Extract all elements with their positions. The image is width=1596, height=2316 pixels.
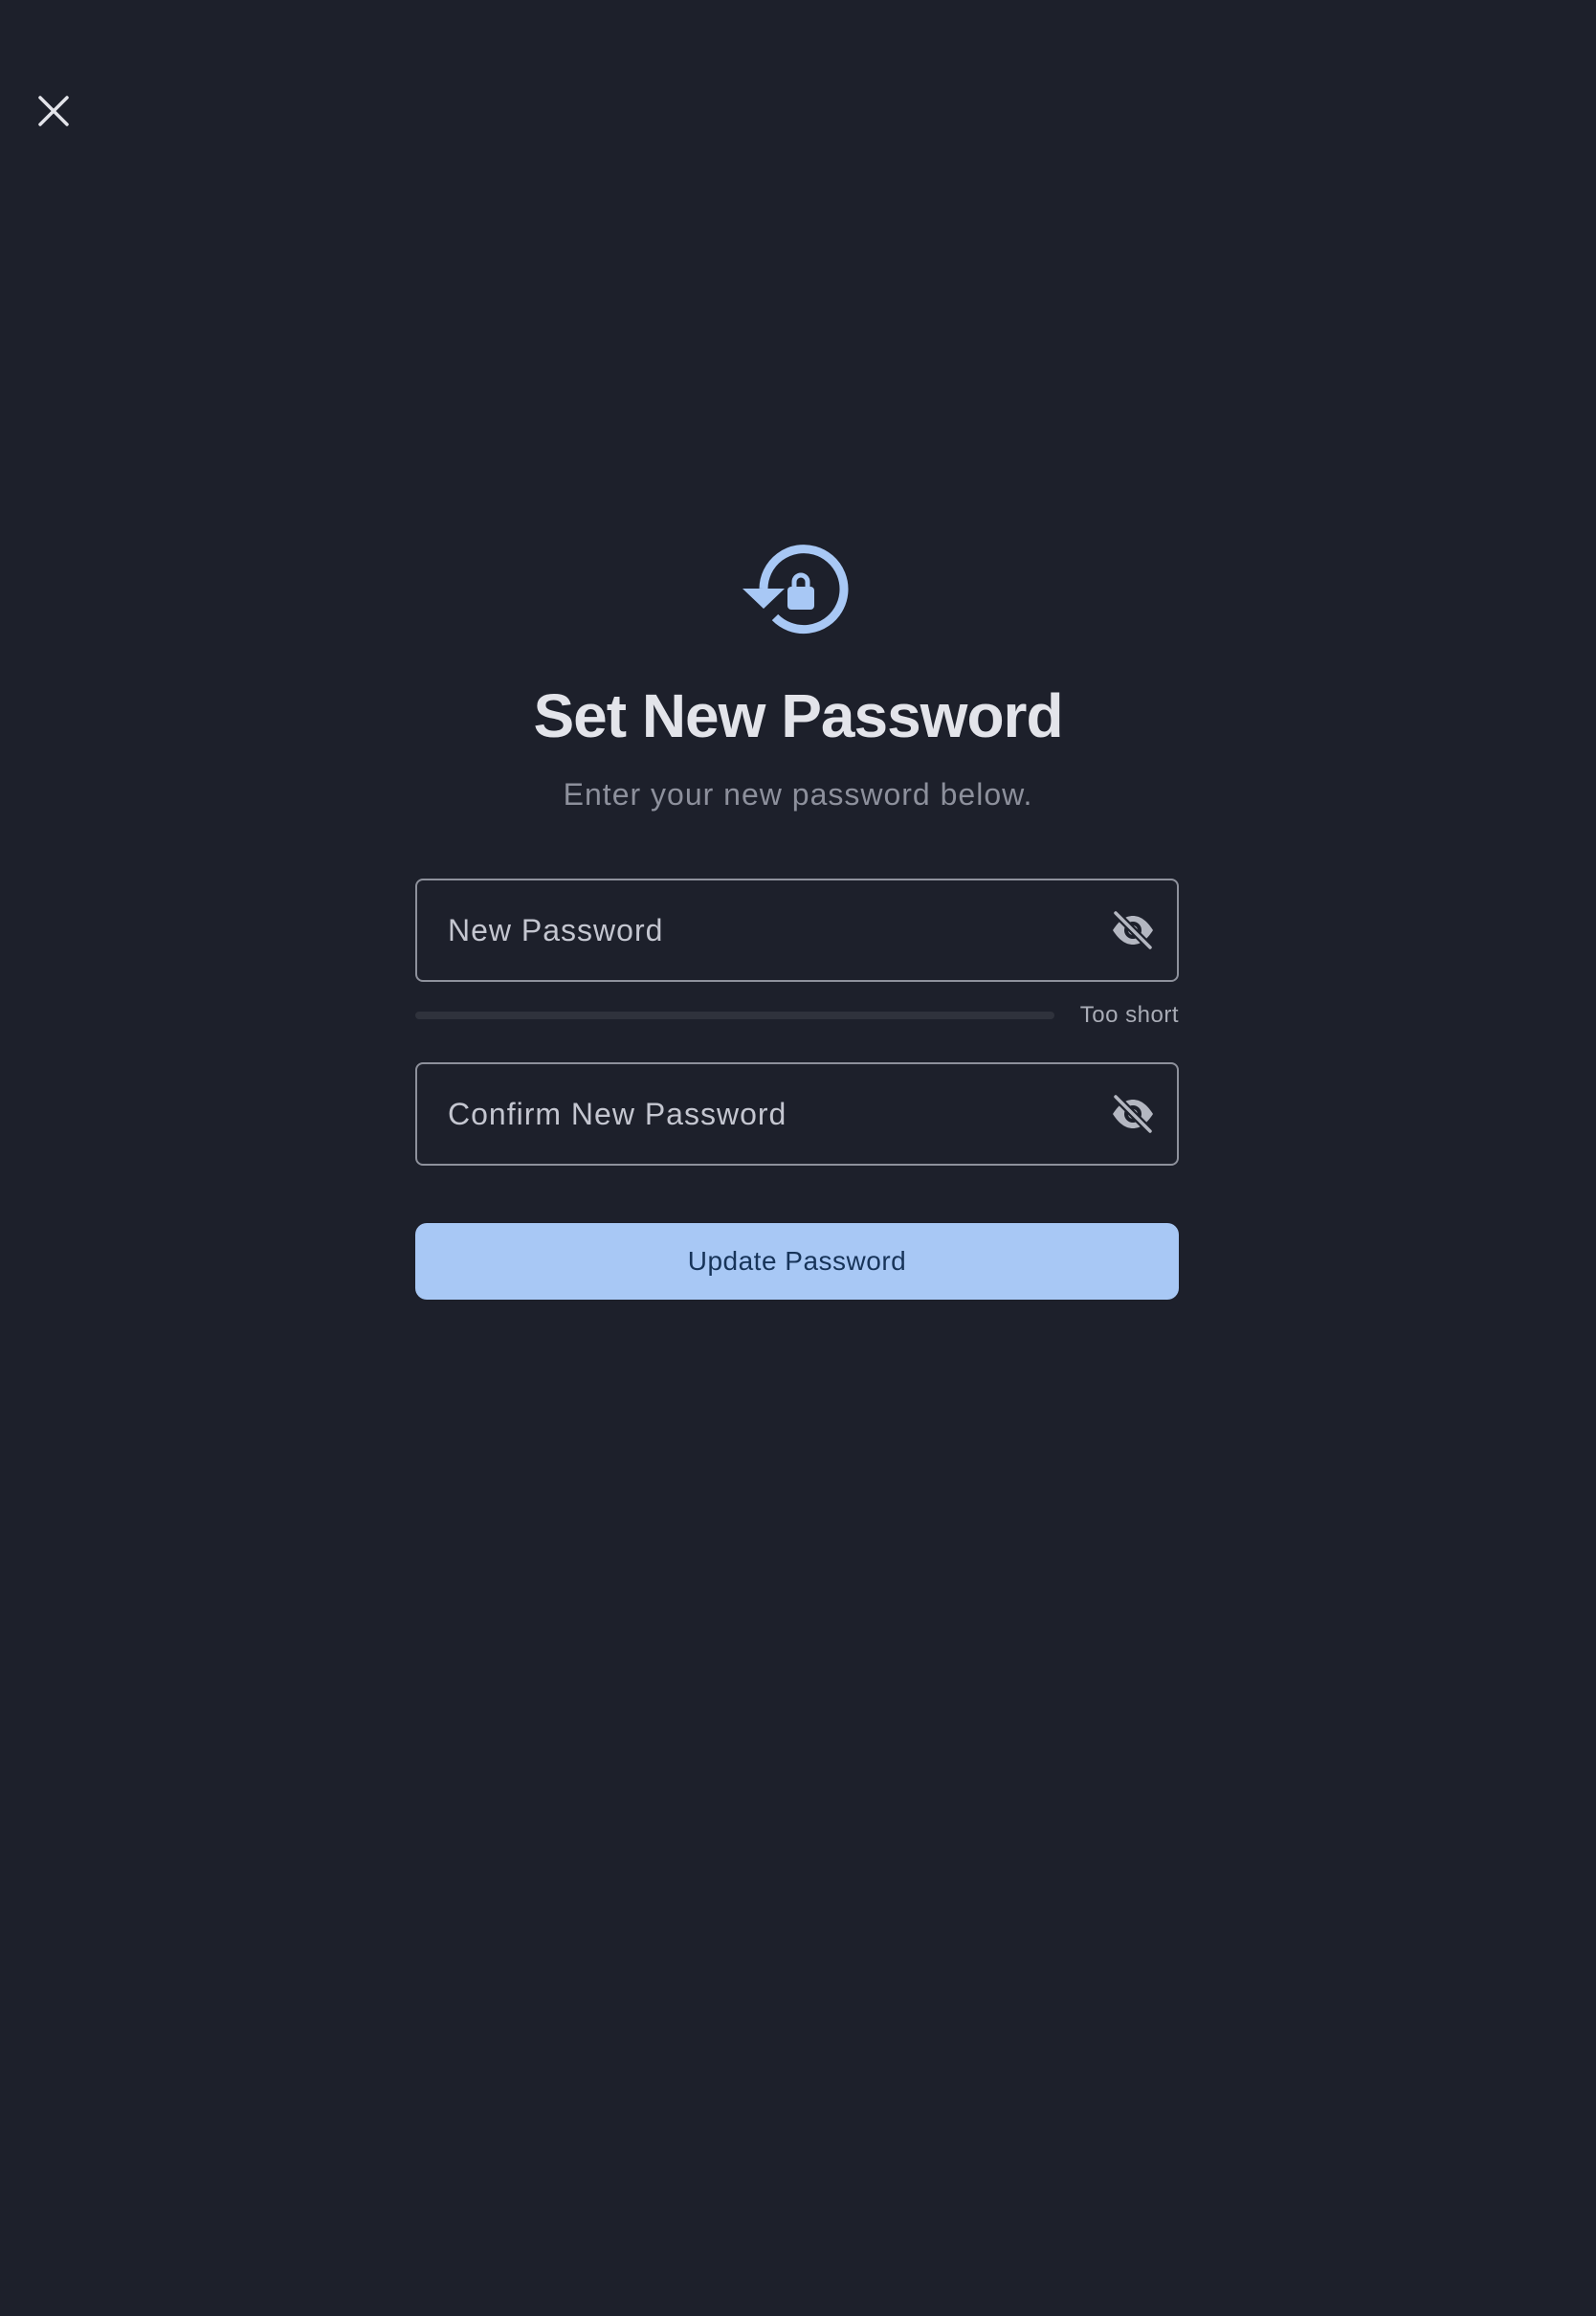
password-strength-meter [415,1012,1054,1019]
lock-reset-icon [743,545,849,635]
confirm-password-label: Confirm New Password [448,1096,787,1131]
toggle-confirm-password-visibility[interactable] [1106,1087,1160,1141]
set-password-screen: Set New Password Enter your new password… [0,0,1596,2316]
toggle-new-password-visibility[interactable] [1106,903,1160,957]
close-button[interactable] [31,88,77,134]
new-password-label: New Password [448,912,664,947]
update-password-button[interactable]: Update Password [415,1223,1179,1300]
close-icon [38,96,69,126]
page-subtitle: Enter your new password below. [563,777,1033,812]
confirm-password-field[interactable]: Confirm New Password [415,1062,1179,1166]
eye-off-icon [1112,909,1154,951]
page-title: Set New Password [533,681,1063,750]
new-password-field[interactable]: New Password [415,879,1179,982]
password-strength-label: Too short [1079,1002,1179,1028]
eye-off-icon [1112,1093,1154,1135]
